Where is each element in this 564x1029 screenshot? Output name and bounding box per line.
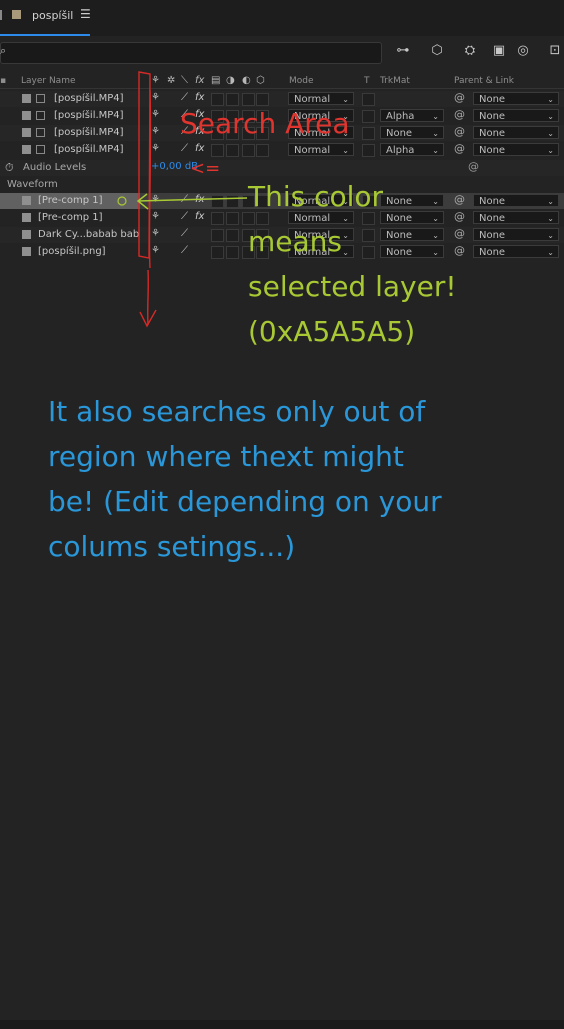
search-area-outline bbox=[138, 71, 151, 259]
selected-color-marker bbox=[117, 196, 127, 206]
search-area-label: Search Area bbox=[180, 107, 350, 140]
color-note-line1: This color bbox=[248, 180, 384, 213]
timeline-footer-bar bbox=[0, 1020, 564, 1029]
blue-note-line1: It also searches only out of bbox=[48, 395, 426, 428]
blue-note-line2: region where thext might bbox=[48, 440, 404, 473]
color-note-line2: means bbox=[248, 225, 342, 258]
search-arrow-label: <= bbox=[190, 158, 221, 179]
color-note-line4: (0xA5A5A5) bbox=[248, 315, 416, 348]
blue-note-line4: colums setings...) bbox=[48, 530, 296, 563]
color-pointer-line bbox=[137, 197, 248, 202]
color-note-line3: selected layer! bbox=[248, 270, 457, 303]
search-direction-line bbox=[147, 269, 149, 326]
blue-note-line3: be! (Edit depending on your bbox=[48, 485, 442, 518]
